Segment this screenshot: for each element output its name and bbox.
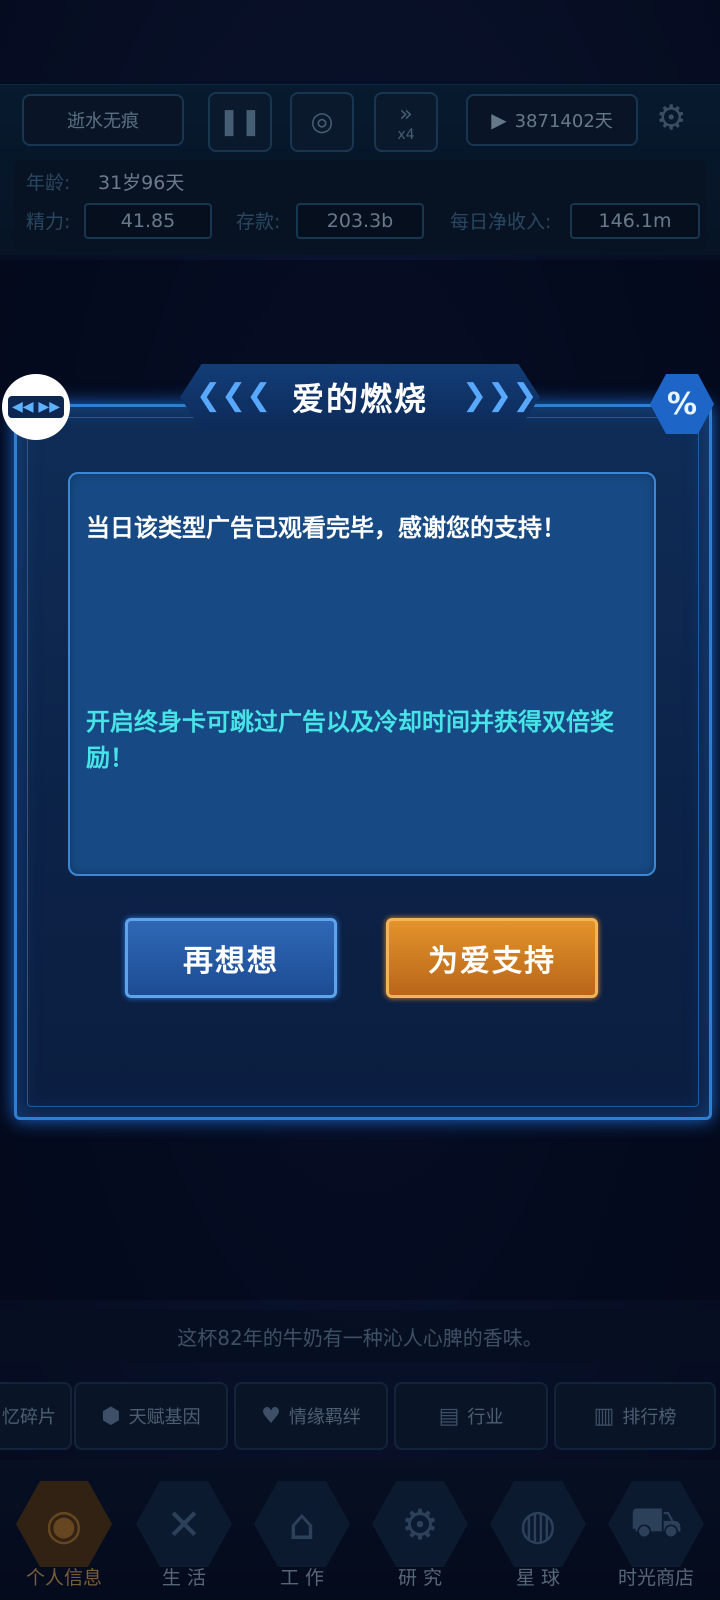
dialog-title: 爱的燃烧 [291, 380, 428, 418]
confirm-button-label: 为爱支持 [428, 944, 556, 979]
right-chevrons-icon: ❯❯❯ [462, 378, 538, 413]
percent-icon: % [666, 386, 698, 422]
double-chevron-icon: ◀◀ ▶▶ [8, 396, 64, 418]
cancel-button-label: 再想想 [183, 944, 279, 979]
left-chevrons-icon: ❮❮❮ [196, 378, 272, 413]
dialog-message-primary: 当日该类型广告已观看完毕，感谢您的支持！ [86, 514, 566, 542]
think-again-button[interactable]: 再想想 [125, 918, 337, 998]
floating-speed-button[interactable]: ◀◀ ▶▶ [2, 374, 70, 440]
support-button[interactable]: 为爱支持 [386, 918, 598, 998]
dialog-message-promo: 开启终身卡可跳过广告以及冷却时间并获得双倍奖励！ [86, 708, 614, 772]
